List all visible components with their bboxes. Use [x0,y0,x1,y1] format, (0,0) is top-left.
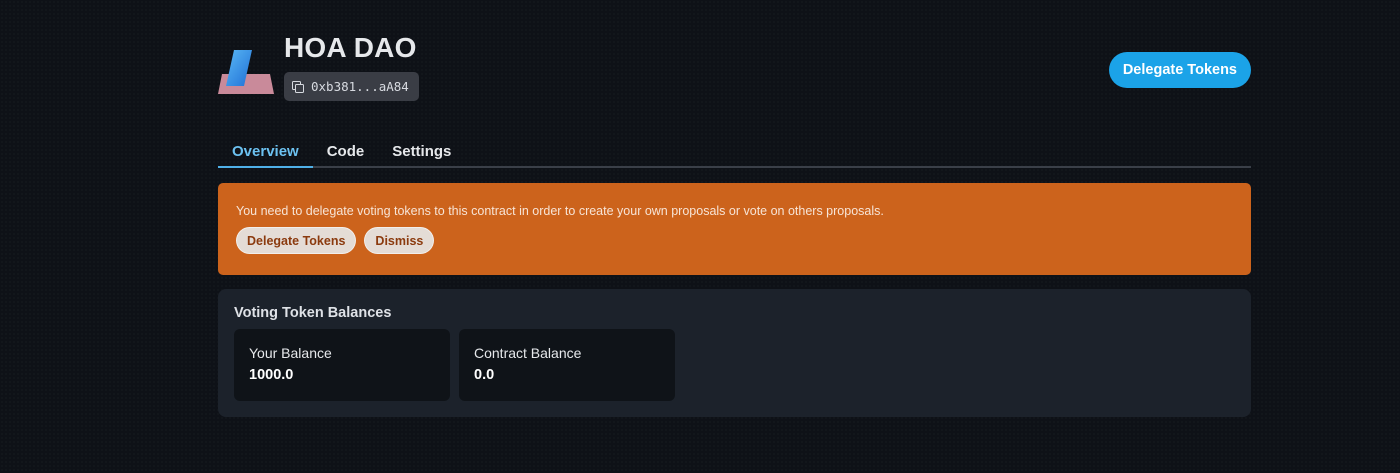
your-balance-card: Your Balance 1000.0 [234,329,450,401]
your-balance-value: 1000.0 [249,367,294,383]
alert-delegate-tokens-button[interactable]: Delegate Tokens [236,227,357,254]
dao-page: HOA DAO 0xb381...aA84 Delegate Tokens Ov… [218,0,1251,417]
contract-address: 0xb381...aA84 [311,79,409,94]
balance-cards: Your Balance 1000.0 Contract Balance 0.0 [234,329,1235,401]
tab-code[interactable]: Code [313,140,379,166]
tab-settings[interactable]: Settings [378,140,465,166]
delegate-alert: You need to delegate voting tokens to th… [218,183,1251,275]
tab-overview[interactable]: Overview [218,140,313,168]
alert-dismiss-button[interactable]: Dismiss [364,227,435,254]
page-title: HOA DAO [284,32,417,63]
alert-message: You need to delegate voting tokens to th… [236,204,884,218]
voting-token-balances-panel: Voting Token Balances Your Balance 1000.… [218,289,1251,417]
copy-icon[interactable] [292,80,304,93]
contract-balance-card: Contract Balance 0.0 [459,329,675,401]
tab-bar: Overview Code Settings [218,140,1251,168]
contract-balance-label: Contract Balance [474,345,582,361]
delegate-tokens-button[interactable]: Delegate Tokens [1108,52,1251,88]
your-balance-label: Your Balance [249,345,332,361]
dao-logo-icon [218,50,274,94]
dao-header: HOA DAO 0xb381...aA84 Delegate Tokens [218,0,1251,120]
alert-actions: Delegate Tokens Dismiss [236,227,1233,254]
contract-address-chip[interactable]: 0xb381...aA84 [284,72,419,101]
contract-balance-value: 0.0 [474,367,495,383]
balances-title: Voting Token Balances [234,305,392,321]
